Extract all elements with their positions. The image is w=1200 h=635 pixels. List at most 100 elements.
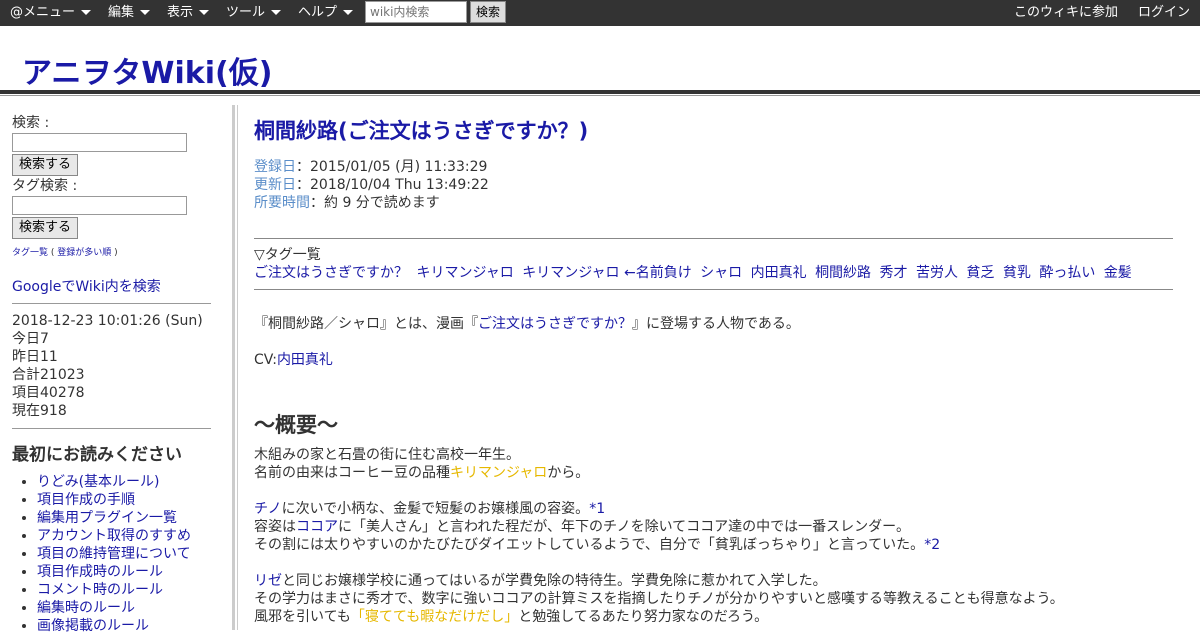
updated-date: 更新日：2018/10/04 Thu 13:49:22 [254, 176, 1174, 194]
tag-link[interactable]: シャロ [700, 265, 742, 281]
paragraph: チノに次いで小柄な、金髪で短髪のお嬢様風の容姿。*1 容姿はココアに「美人さん」… [254, 500, 1174, 554]
list-item: アカウント取得のすすめ [37, 527, 212, 545]
intro-text: 『桐間紗路／シャロ』とは、漫画『 [254, 316, 478, 332]
rize-link[interactable]: リゼ [254, 573, 282, 589]
paragraph-line: リゼと同じお嬢様学校に通ってはいるが学費免除の特待生。学費免除に惹かれて入学した… [254, 572, 1174, 590]
series-link[interactable]: ご注文はうさぎですか？ [478, 316, 632, 332]
divider [254, 238, 1173, 239]
chevron-down-icon [140, 10, 151, 15]
section-heading: ～概要～ [254, 413, 338, 437]
page-title[interactable]: 桐間紗路(ご注文はうさぎですか？) [254, 118, 1174, 144]
read-first-link[interactable]: 項目作成の手順 [37, 492, 135, 508]
tag-link[interactable]: ご注文はうさぎですか？ [254, 265, 408, 281]
read-first-link[interactable]: 画像掲載のルール [37, 618, 149, 634]
tag-link[interactable]: 貧乳 [1003, 265, 1031, 281]
paragraph-line: 名前の由来はコーヒー豆の品種キリマンジャロから。 [254, 464, 1174, 482]
menu-label: ツール [226, 5, 266, 20]
updated-value: ：2018/10/04 Thu 13:49:22 [296, 177, 489, 193]
registered-date: 登録日：2015/01/05 (月) 11:33:29 [254, 158, 1174, 176]
tag-link[interactable]: 秀才 [880, 265, 908, 281]
tag-list-link[interactable]: タグ一覧 [12, 248, 48, 258]
tag-list-end: ) [111, 248, 118, 258]
read-first-link[interactable]: コメント時のルール [37, 582, 163, 598]
tag-link[interactable]: 酔っ払い [1039, 265, 1095, 281]
join-wiki-link[interactable]: このウィキに参加 [1014, 0, 1118, 26]
counter-items: 項目40278 [12, 385, 85, 401]
menu-edit[interactable]: 編集 [108, 0, 151, 26]
read-first-list: りどみ(基本ルール) 項目作成の手順 編集用プラグイン一覧 アカウント取得のすす… [12, 473, 212, 635]
article-content: 桐間紗路(ご注文はうさぎですか？) 登録日：2015/01/05 (月) 11:… [254, 114, 1174, 626]
list-item: 画像掲載のルール [37, 617, 212, 635]
voice-actor-link[interactable]: 内田真礼 [277, 352, 333, 368]
footnote-link[interactable]: *2 [924, 537, 940, 553]
tag-link[interactable]: 桐間紗路 [815, 265, 871, 281]
tag-list-links: タグ一覧 ( 登録が多い順 ) [12, 245, 212, 258]
tag-list-separator: ( [48, 248, 58, 258]
paragraph-line: 木組みの家と石畳の街に住む高校一年生。 [254, 447, 520, 463]
paragraph: 木組みの家と石畳の街に住む高校一年生。 名前の由来はコーヒー豆の品種キリマンジャ… [254, 446, 1174, 482]
intro-text-end: 』に登場する人物である。 [632, 316, 800, 332]
read-first-link[interactable]: 編集用プラグイン一覧 [37, 510, 177, 526]
counter-today: 今日7 [12, 331, 49, 347]
sidebar-search-button[interactable]: 検索する [12, 154, 79, 176]
list-item: コメント時のルール [37, 581, 212, 599]
counter-current: 現在918 [12, 403, 67, 419]
menu-at-menu[interactable]: @メニュー [10, 0, 92, 26]
site-title[interactable]: アニヲタWiki(仮) [22, 48, 272, 92]
tag-link[interactable]: 金髪 [1104, 265, 1132, 281]
menu-help[interactable]: ヘルプ [298, 0, 354, 26]
chino-link[interactable]: チノ [254, 501, 282, 517]
tag-links: ご注文はうさぎですか？ キリマンジャロ キリマンジャロ ←名前負け シャロ 内田… [254, 264, 1174, 282]
top-menu-bar: @メニュー 編集 表示 ツール ヘルプ 検索 このウィキに参加 ログイン [0, 0, 1200, 26]
tag-link[interactable]: 貧乏 [966, 265, 994, 281]
text: 容姿は [254, 519, 296, 535]
quote-link[interactable]: 「寝てても暇なだけだし」 [351, 609, 518, 625]
header-divider-thin [0, 95, 1200, 96]
page-meta: 登録日：2015/01/05 (月) 11:33:29 更新日：2018/10/… [254, 158, 1174, 212]
tag-link[interactable]: 内田真礼 [751, 265, 807, 281]
paragraph-line: 風邪を引いても「寝てても暇なだけだし」と勉強してるあたり努力家なのだろう。 [254, 608, 1174, 626]
sidebar-divider [12, 303, 211, 304]
google-search-link[interactable]: GoogleでWiki内を検索 [12, 279, 161, 295]
paragraph-line: その学力はまさに秀才で、数字に強いココアの計算ミスを指摘したりチノが分かりやすい… [254, 591, 1064, 607]
reading-time-label: 所要時間 [254, 195, 310, 211]
login-link[interactable]: ログイン [1138, 0, 1190, 26]
chevron-down-icon [271, 10, 282, 15]
footnote-link[interactable]: *1 [589, 501, 605, 517]
wiki-search-button[interactable]: 検索 [470, 1, 506, 23]
read-first-link[interactable]: 編集時のルール [37, 600, 135, 616]
tag-search-label: タグ検索 : [12, 178, 78, 194]
registered-value: ：2015/01/05 (月) 11:33:29 [296, 159, 488, 175]
list-item: りどみ(基本ルール) [37, 473, 212, 491]
tag-popular-link[interactable]: 登録が多い順 [57, 248, 111, 258]
tag-link[interactable]: キリマンジャロ [416, 265, 513, 281]
list-item: 項目作成時のルール [37, 563, 212, 581]
paragraph: リゼと同じお嬢様学校に通ってはいるが学費免除の特待生。学費免除に惹かれて入学した… [254, 572, 1174, 626]
read-first-heading: 最初にお読みください [12, 445, 182, 465]
read-first-link[interactable]: 項目の維持管理について [37, 546, 191, 562]
read-first-link[interactable]: アカウント取得のすすめ [37, 528, 191, 544]
tag-link[interactable]: キリマンジャロ ←名前負け [522, 265, 691, 281]
intro-paragraph: 『桐間紗路／シャロ』とは、漫画『ご注文はうさぎですか？』に登場する人物である。 [254, 315, 1174, 333]
text: と同じお嬢様学校に通ってはいるが学費免除の特待生。学費免除に惹かれて入学した。 [282, 573, 827, 589]
cocoa-link[interactable]: ココア [296, 519, 338, 535]
tag-search-input[interactable] [12, 196, 187, 215]
wiki-search-input[interactable] [365, 1, 467, 23]
kilimanjaro-link[interactable]: キリマンジャロ [450, 465, 547, 481]
read-first-link[interactable]: りどみ(基本ルール) [37, 474, 160, 490]
tag-link[interactable]: 苦労人 [916, 265, 958, 281]
column-divider [232, 105, 235, 630]
read-first-link[interactable]: 項目作成時のルール [37, 564, 163, 580]
tag-list: ▽タグ一覧 ご注文はうさぎですか？ キリマンジャロ キリマンジャロ ←名前負け … [254, 246, 1174, 282]
registered-label: 登録日 [254, 159, 296, 175]
menu-label: 表示 [167, 5, 194, 20]
tag-search-button[interactable]: 検索する [12, 217, 79, 239]
chevron-down-icon [81, 10, 92, 15]
menu-view[interactable]: 表示 [167, 0, 210, 26]
text: に次いで小柄な、金髪で短髪のお嬢様風の容姿。 [281, 501, 590, 517]
text: に「美人さん」と言われた程だが、年下のチノを除いてココア達の中では一番スレンダー… [338, 519, 911, 535]
sidebar-search-input[interactable] [12, 133, 187, 152]
text: と勉強してるあたり努力家なのだろう。 [518, 609, 769, 625]
menu-tools[interactable]: ツール [226, 0, 282, 26]
sidebar-divider [12, 428, 211, 429]
